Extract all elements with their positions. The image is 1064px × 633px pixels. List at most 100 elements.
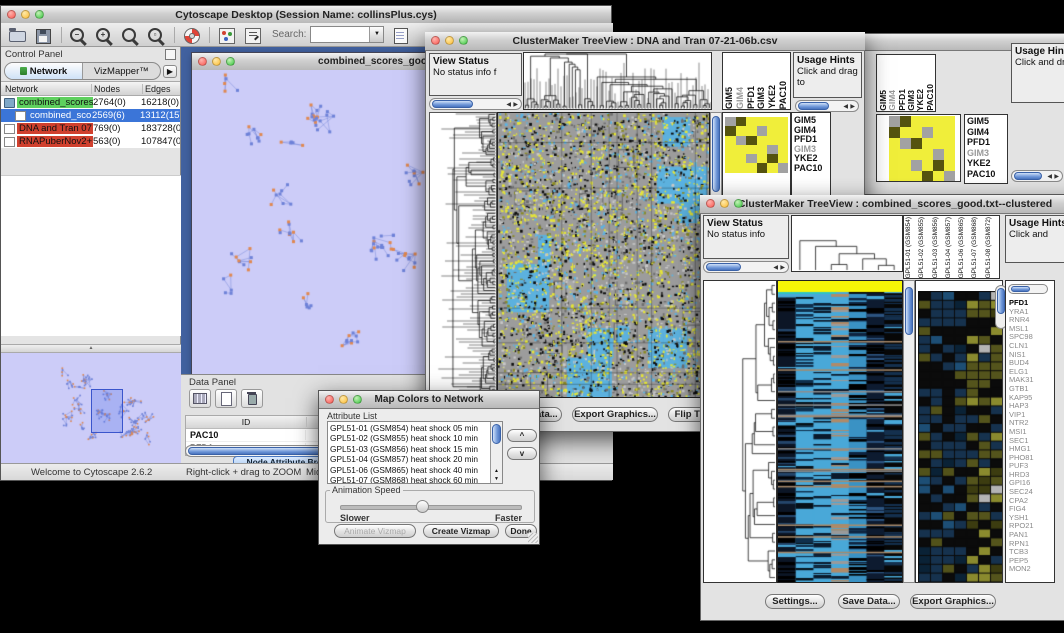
matrix-cell[interactable] [944, 160, 955, 171]
new-attribute-icon[interactable] [215, 389, 237, 408]
matrix-cell[interactable] [889, 127, 900, 138]
matrix-cell[interactable] [736, 145, 747, 154]
search-input[interactable] [311, 29, 369, 41]
matrix-cell[interactable] [725, 126, 736, 135]
matrix-cell[interactable] [900, 138, 911, 149]
minimize-button[interactable] [445, 36, 454, 45]
treeview1-titlebar[interactable]: ClusterMaker TreeView : DNA and Tran 07-… [425, 32, 865, 51]
matrix-cell[interactable] [922, 160, 933, 171]
open-session-icon[interactable] [7, 26, 29, 44]
matrix-cell[interactable] [757, 145, 768, 154]
matrix-cell[interactable] [757, 136, 768, 145]
matrix-cell[interactable] [778, 126, 789, 135]
matrix-cell[interactable] [933, 116, 944, 127]
matrix-cell[interactable] [736, 126, 747, 135]
move-down-button[interactable]: v [507, 447, 537, 460]
vizmap-icon[interactable] [216, 26, 238, 44]
tab-vizmapper[interactable]: VizMapper™ [83, 63, 160, 79]
more-tabs-arrow[interactable]: ▶ [163, 65, 177, 78]
treeview2-row-dendrogram[interactable] [704, 281, 776, 582]
matrix-cell[interactable] [944, 171, 955, 182]
matrix-cell[interactable] [746, 154, 757, 163]
matrix-cell[interactable] [778, 163, 789, 172]
matrix-cell[interactable] [911, 127, 922, 138]
treeview2-status-hscroll[interactable]: ◀▶ [703, 261, 789, 273]
matrix-cell[interactable] [889, 138, 900, 149]
attribute-browser-icon[interactable] [390, 26, 412, 44]
matrix-cell[interactable] [725, 145, 736, 154]
matrix-cell[interactable] [922, 149, 933, 160]
network-row[interactable]: DNA and Tran 07769(0)183728(0) [1, 122, 180, 135]
matrix-cell[interactable] [933, 149, 944, 160]
matrix-cell[interactable] [746, 126, 757, 135]
matrix-cell[interactable] [725, 117, 736, 126]
matrix-cell[interactable] [933, 138, 944, 149]
zoom-in-icon[interactable]: + [94, 26, 116, 44]
delete-attribute-icon[interactable] [241, 389, 263, 408]
matrix-cell[interactable] [757, 117, 768, 126]
attribute-listbox[interactable]: GPL51-01 (GSM854) heat shock 05 min GPL51… [327, 421, 503, 484]
matrix-cell[interactable] [900, 127, 911, 138]
network-row[interactable]: RNAPuberNov2+563(0)107847(0) [1, 135, 180, 148]
treeview-back-hscroll[interactable]: ◀▶ [1011, 170, 1063, 182]
attribute-list-item[interactable]: GPL51-07 (GSM868) heat shock 60 min [330, 475, 489, 484]
select-attributes-icon[interactable] [189, 389, 211, 408]
speed-slider-thumb[interactable] [416, 500, 429, 513]
treeview2-column-dendrogram[interactable] [792, 216, 902, 271]
matrix-cell[interactable] [922, 116, 933, 127]
matrix-cell[interactable] [725, 136, 736, 145]
close-button[interactable] [7, 10, 16, 19]
save-session-icon[interactable] [33, 26, 55, 44]
matrix-cell[interactable] [767, 145, 778, 154]
treeview1-zoom-hscroll[interactable]: ◀▶ [795, 100, 859, 112]
float-panel-icon[interactable] [165, 49, 176, 60]
attribute-list-scrollbar[interactable]: ▲ ▼ [490, 422, 502, 483]
search-combobox[interactable]: ▼ [310, 26, 384, 43]
birdseye-view[interactable] [1, 353, 181, 465]
matrix-cell[interactable] [746, 163, 757, 172]
zoom-button[interactable] [734, 199, 743, 208]
matrix-cell[interactable] [944, 127, 955, 138]
matrix-cell[interactable] [736, 117, 747, 126]
export-graphics-button[interactable]: Export Graphics... [572, 407, 658, 422]
zoom-selected-icon[interactable]: ▫ [146, 26, 168, 44]
search-dropdown-arrow[interactable]: ▼ [369, 27, 383, 42]
network-row[interactable]: combined_scores2764(0)16218(0) [1, 96, 180, 109]
animate-vizmap-button[interactable]: Animate Vizmap [334, 524, 416, 538]
zoom-out-icon[interactable]: – [68, 26, 90, 44]
matrix-cell[interactable] [736, 163, 747, 172]
attribute-list-item[interactable]: GPL51-03 (GSM856) heat shock 15 min [330, 444, 489, 454]
treeview1-status-hscroll[interactable]: ◀▶ [429, 98, 522, 110]
matrix-cell[interactable] [778, 136, 789, 145]
matrix-cell[interactable] [911, 160, 922, 171]
matrix-cell[interactable] [767, 117, 778, 126]
matrix-cell[interactable] [911, 116, 922, 127]
minimize-button[interactable] [720, 199, 729, 208]
speed-slider-track[interactable] [340, 505, 522, 510]
attribute-list-item[interactable]: GPL51-06 (GSM865) heat shock 40 min [330, 465, 489, 475]
annotation-icon[interactable] [242, 26, 264, 44]
treeview2-gene-hscroll[interactable] [1008, 284, 1048, 294]
matrix-cell[interactable] [922, 171, 933, 182]
matrix-cell[interactable] [757, 126, 768, 135]
minimize-button[interactable] [339, 395, 348, 404]
treeview-back-zoom-matrix[interactable] [889, 116, 955, 182]
attribute-list-item[interactable]: GPL51-01 (GSM854) heat shock 05 min [330, 423, 489, 433]
move-up-button[interactable]: ^ [507, 429, 537, 442]
minimize-button[interactable] [212, 57, 221, 66]
settings-button[interactable]: Settings... [765, 594, 825, 609]
matrix-cell[interactable] [778, 154, 789, 163]
matrix-cell[interactable] [933, 171, 944, 182]
matrix-cell[interactable] [746, 145, 757, 154]
birdseye-viewport-rect[interactable] [91, 389, 123, 433]
create-vizmap-button[interactable]: Create Vizmap [423, 524, 499, 538]
matrix-cell[interactable] [922, 138, 933, 149]
main-titlebar[interactable]: Cytoscape Desktop (Session Name: collins… [1, 6, 611, 24]
matrix-cell[interactable] [778, 117, 789, 126]
matrix-cell[interactable] [933, 160, 944, 171]
matrix-cell[interactable] [944, 138, 955, 149]
tab-network[interactable]: Network [5, 63, 83, 79]
matrix-cell[interactable] [736, 136, 747, 145]
network-row[interactable]: combined_sco2569(6)13112(15) [1, 109, 180, 122]
treeview1-zoom-matrix[interactable] [725, 117, 788, 173]
